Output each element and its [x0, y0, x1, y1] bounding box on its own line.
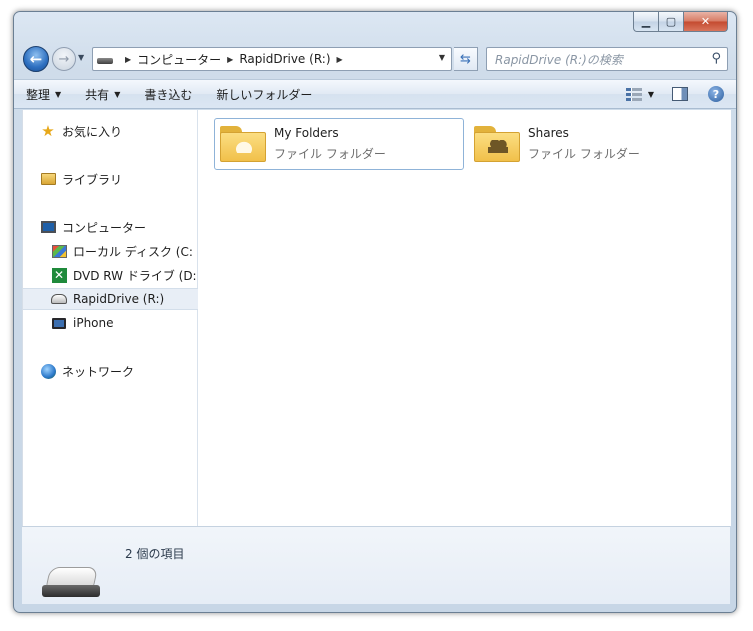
- sidebar-item-label: ローカル ディスク (C:: [73, 244, 193, 259]
- address-row: ← → ▼ ▶ コンピューター ▶ RapidDrive (R:) ▶ ▼ ⇆ …: [14, 44, 736, 76]
- command-bar: 整理 ▼ 共有 ▼ 書き込む 新しいフォルダー ▼ ?: [14, 79, 736, 109]
- change-view-icon[interactable]: [625, 87, 642, 101]
- dvd-drive-icon: ✕: [51, 267, 67, 283]
- breadcrumb-chevron-icon[interactable]: ▶: [125, 55, 131, 64]
- organize-menu[interactable]: 整理 ▼: [14, 80, 73, 108]
- chevron-down-icon: ▼: [55, 89, 62, 99]
- hard-drive-icon: [51, 243, 67, 259]
- share-menu[interactable]: 共有 ▼: [73, 80, 132, 108]
- cloud-icon: [234, 140, 254, 153]
- item-count: 2 個の項目: [125, 547, 185, 561]
- new-folder-button[interactable]: 新しいフォルダー: [204, 80, 324, 108]
- address-bar[interactable]: ▶ コンピューター ▶ RapidDrive (R:) ▶ ▼: [92, 47, 452, 71]
- network-globe-icon: [40, 363, 56, 379]
- details-pane: 2 個の項目: [22, 526, 730, 604]
- maximize-button[interactable]: ▢: [659, 12, 684, 32]
- breadcrumb-chevron-icon[interactable]: ▶: [337, 55, 343, 64]
- drive-icon: [97, 58, 113, 64]
- sidebar-item-label: ネットワーク: [62, 364, 135, 379]
- explorer-window: ▁ ▢ ✕ ← → ▼ ▶ コンピューター ▶ RapidDrive (R:) …: [13, 11, 737, 613]
- computer-icon: [40, 219, 56, 235]
- removable-drive-icon: [42, 567, 102, 601]
- sidebar-item-dvd-drive[interactable]: ✕ DVD RW ドライブ (D:: [23, 264, 198, 286]
- folder-tile-my-folders[interactable]: My Folders ファイル フォルダー: [214, 118, 464, 170]
- library-icon: [40, 171, 56, 187]
- sidebar-item-label: お気に入り: [62, 124, 123, 139]
- removable-drive-icon: [51, 291, 67, 307]
- forward-button[interactable]: →: [52, 47, 76, 71]
- folder-type: ファイル フォルダー: [528, 147, 640, 161]
- file-list[interactable]: My Folders ファイル フォルダー Shares ファイル フォルダー: [199, 110, 731, 526]
- share-label: 共有: [85, 87, 110, 102]
- address-history-dropdown[interactable]: ▼: [439, 53, 445, 62]
- back-button[interactable]: ←: [23, 46, 49, 72]
- refresh-icon: ⇆: [460, 51, 471, 67]
- preview-pane-icon[interactable]: [672, 87, 688, 101]
- sidebar-item-label: iPhone: [73, 316, 114, 330]
- people-icon: [488, 140, 508, 153]
- burn-button[interactable]: 書き込む: [132, 80, 204, 108]
- sidebar-item-label: ライブラリ: [62, 172, 123, 187]
- burn-label: 書き込む: [144, 87, 193, 102]
- search-box[interactable]: RapidDrive (R:)の検索 ⚲: [486, 47, 728, 71]
- folder-icon: [474, 126, 520, 162]
- chevron-down-icon: ▼: [114, 89, 121, 99]
- breadcrumb-rapiddrive[interactable]: RapidDrive (R:): [239, 52, 330, 66]
- help-icon[interactable]: ?: [708, 86, 724, 102]
- sidebar-item-network[interactable]: ネットワーク: [23, 360, 198, 382]
- folder-type: ファイル フォルダー: [274, 147, 386, 161]
- new-folder-label: 新しいフォルダー: [216, 87, 313, 102]
- folder-name: My Folders: [274, 126, 339, 140]
- folder-name: Shares: [528, 126, 569, 140]
- search-input[interactable]: RapidDrive (R:)の検索: [495, 51, 623, 68]
- chevron-down-icon: ▼: [78, 53, 85, 62]
- sidebar-item-label: コンピューター: [62, 220, 147, 235]
- sidebar-item-favorites[interactable]: ★ お気に入り: [23, 120, 198, 142]
- arrow-right-icon: →: [58, 51, 70, 67]
- sidebar-item-label: RapidDrive (R:): [73, 292, 165, 306]
- folder-tile-shares[interactable]: Shares ファイル フォルダー: [468, 118, 718, 170]
- organize-label: 整理: [26, 87, 51, 102]
- navigation-pane[interactable]: ★ お気に入り ライブラリ コンピューター ローカル ディスク (C: ✕ DV…: [23, 110, 198, 526]
- folder-icon: [220, 126, 266, 162]
- arrow-left-icon: ←: [29, 50, 43, 68]
- refresh-button[interactable]: ⇆: [454, 47, 478, 71]
- sidebar-item-rapiddrive[interactable]: RapidDrive (R:): [23, 288, 198, 310]
- content-area: ★ お気に入り ライブラリ コンピューター ローカル ディスク (C: ✕ DV…: [22, 110, 731, 526]
- sidebar-item-iphone[interactable]: iPhone: [23, 312, 198, 334]
- breadcrumb-computer[interactable]: コンピューター: [137, 51, 221, 68]
- close-button[interactable]: ✕: [684, 12, 728, 32]
- chevron-down-icon[interactable]: ▼: [648, 90, 654, 99]
- command-bar-right: ▼ ?: [625, 80, 724, 108]
- caption-buttons: ▁ ▢ ✕: [633, 12, 728, 32]
- sidebar-item-local-disk[interactable]: ローカル ディスク (C:: [23, 240, 198, 262]
- sidebar-item-libraries[interactable]: ライブラリ: [23, 168, 198, 190]
- recent-pages-dropdown[interactable]: ▼: [78, 53, 84, 62]
- sidebar-item-computer[interactable]: コンピューター: [23, 216, 198, 238]
- camera-device-icon: [51, 315, 67, 331]
- breadcrumb-chevron-icon[interactable]: ▶: [227, 55, 233, 64]
- star-icon: ★: [41, 122, 55, 140]
- minimize-button[interactable]: ▁: [633, 12, 659, 32]
- search-icon[interactable]: ⚲: [711, 51, 721, 66]
- sidebar-item-label: DVD RW ドライブ (D:: [73, 268, 197, 283]
